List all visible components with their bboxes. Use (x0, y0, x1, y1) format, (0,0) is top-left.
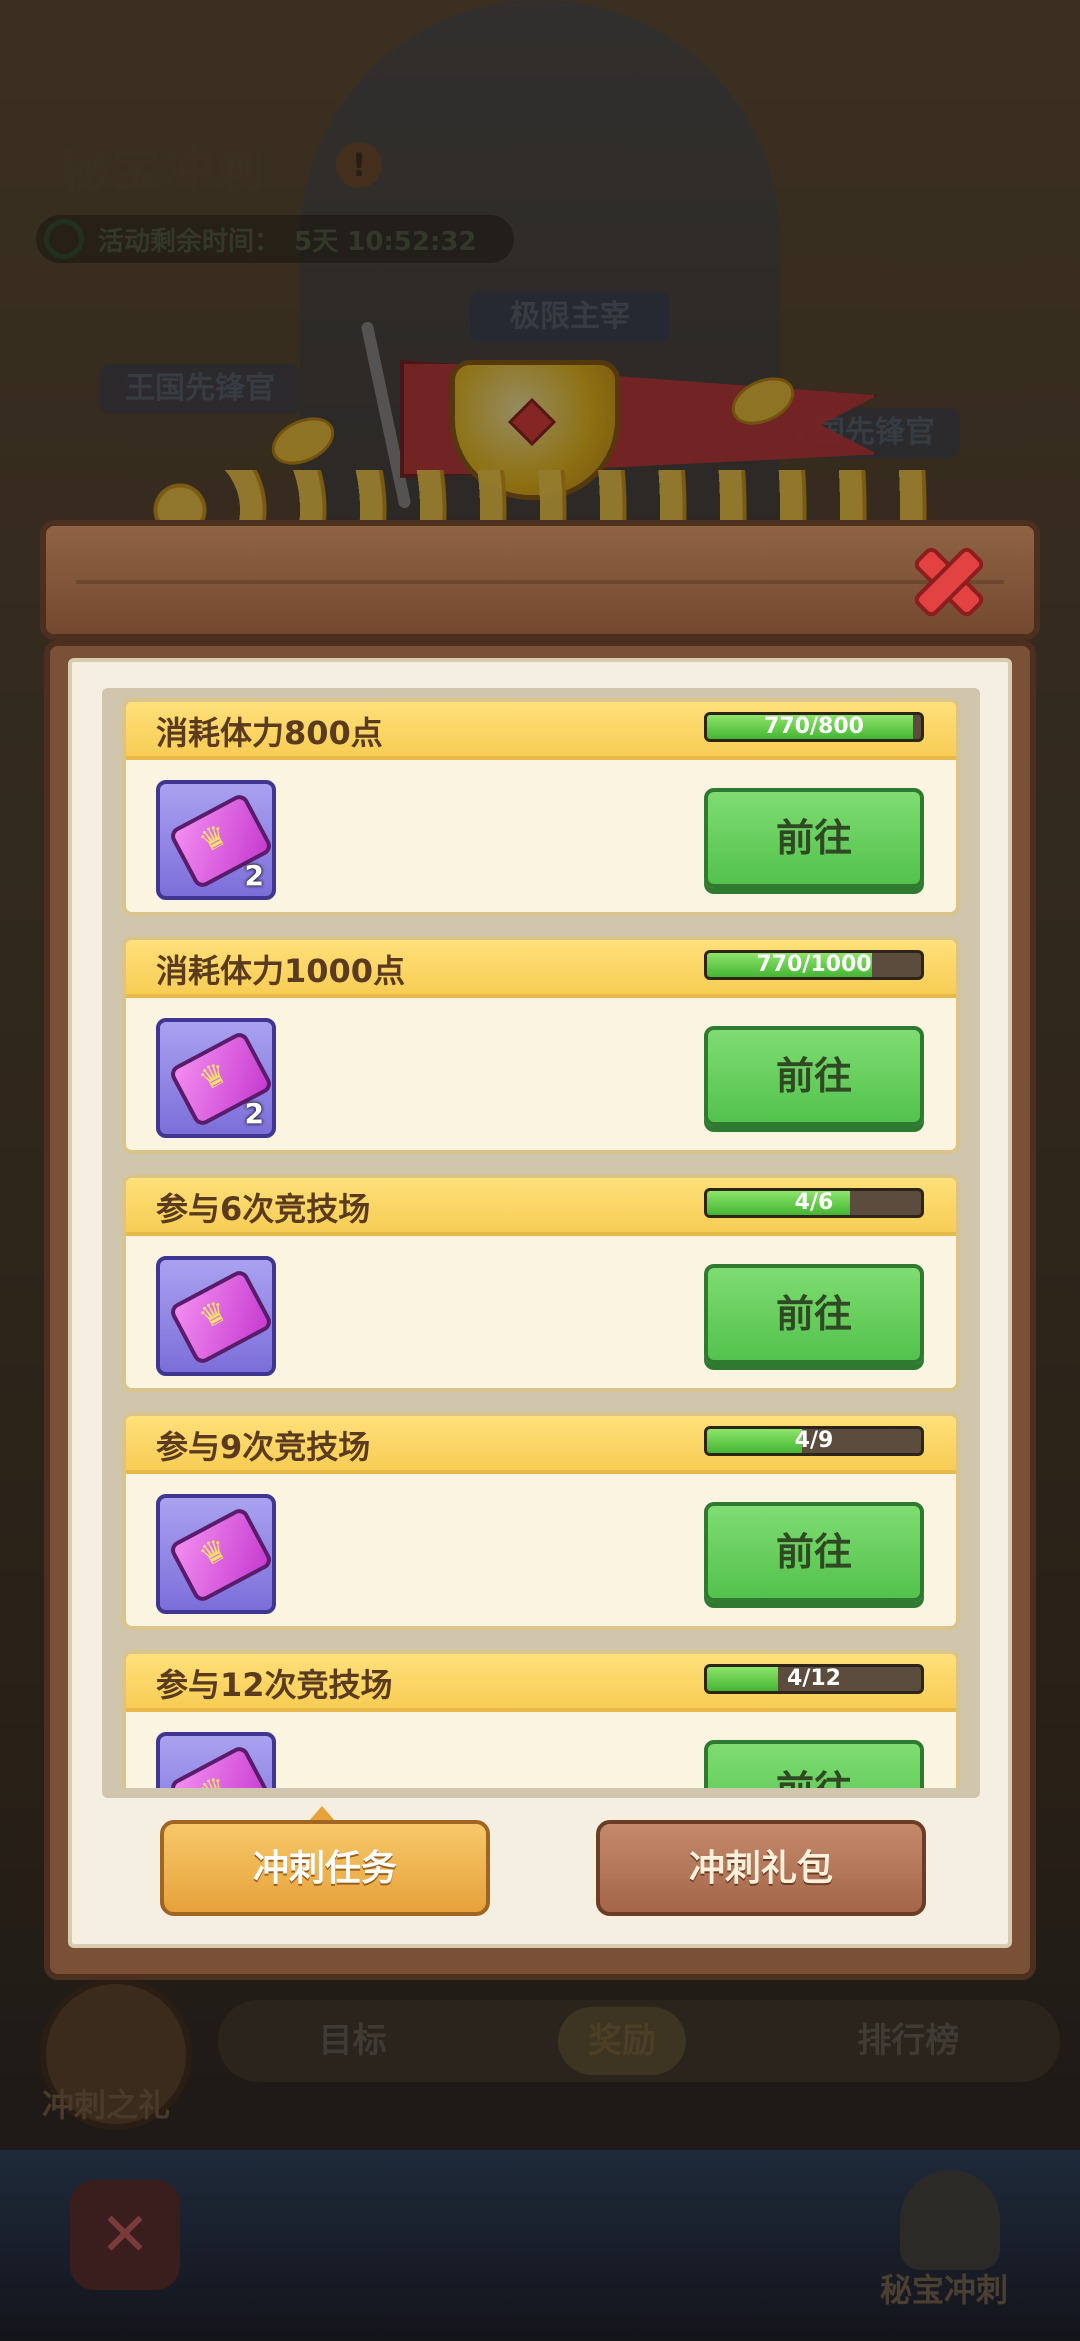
task-header: 参与9次竞技场 4/9 (126, 1416, 956, 1474)
progress-text: 770/1000 (756, 952, 872, 977)
task-title: 参与9次竞技场 (156, 1428, 371, 1466)
task-header: 消耗体力800点 770/800 (126, 702, 956, 760)
task-list-frame: 消耗体力800点 770/800 2 前往 消耗体力1000点 (102, 688, 980, 1798)
progress-text: 4/12 (787, 1666, 841, 1691)
plank-divider (76, 580, 1004, 584)
go-button[interactable]: 前往 (704, 788, 924, 888)
task-item: 消耗体力1000点 770/1000 2 前往 (122, 936, 960, 1154)
reward-count: 2 (244, 1097, 264, 1130)
go-button[interactable]: 前往 (704, 1740, 924, 1788)
reward-item[interactable]: 2 (156, 780, 276, 900)
ticket-icon (167, 1267, 275, 1367)
close-button[interactable] (900, 532, 990, 622)
progress-bar: 4/12 (704, 1664, 924, 1694)
segment-tabs: 目标 奖励 排行榜 (218, 2000, 1060, 2082)
reward-count: 2 (244, 859, 264, 892)
task-header: 参与6次竞技场 4/6 (126, 1178, 956, 1236)
task-item: 参与12次竞技场 4/12 前往 (122, 1650, 960, 1788)
ticket-icon (167, 1505, 275, 1605)
tab-goal[interactable]: 目标 (289, 2007, 417, 2075)
go-button[interactable]: 前往 (704, 1264, 924, 1364)
task-modal: 消耗体力800点 770/800 2 前往 消耗体力1000点 (40, 520, 1040, 1980)
progress-text: 4/9 (794, 1428, 834, 1453)
tab-leaderboard[interactable]: 排行榜 (827, 2007, 989, 2075)
battle-icon[interactable]: ✕ (70, 2180, 180, 2290)
task-list[interactable]: 消耗体力800点 770/800 2 前往 消耗体力1000点 (122, 688, 960, 1788)
task-item: 参与6次竞技场 4/6 前往 (122, 1174, 960, 1392)
task-item: 消耗体力800点 770/800 2 前往 (122, 698, 960, 916)
ticket-icon (167, 1743, 275, 1788)
progress-bar: 4/6 (704, 1188, 924, 1218)
progress-bar: 4/9 (704, 1426, 924, 1456)
treasure-icon[interactable] (900, 2170, 1000, 2270)
progress-text: 770/800 (764, 714, 864, 739)
task-title: 消耗体力800点 (156, 714, 383, 752)
task-title: 参与12次竞技场 (156, 1666, 393, 1704)
progress-text: 4/6 (794, 1190, 834, 1215)
treasure-label: 秘宝冲刺 (880, 2271, 1009, 2309)
sprint-gift-label: 冲刺之礼 (42, 2086, 171, 2124)
go-button[interactable]: 前往 (704, 1502, 924, 1602)
progress-bar: 770/800 (704, 712, 924, 742)
task-title: 参与6次竞技场 (156, 1190, 371, 1228)
tab-sprint-tasks[interactable]: 冲刺任务 (160, 1820, 490, 1916)
task-item: 参与9次竞技场 4/9 前往 (122, 1412, 960, 1630)
reward-item[interactable] (156, 1256, 276, 1376)
task-header: 消耗体力1000点 770/1000 (126, 940, 956, 998)
tab-sprint-gifts[interactable]: 冲刺礼包 (596, 1820, 926, 1916)
progress-bar: 770/1000 (704, 950, 924, 980)
task-title: 消耗体力1000点 (156, 952, 406, 990)
reward-item[interactable]: 2 (156, 1018, 276, 1138)
reward-item[interactable] (156, 1732, 276, 1788)
task-header: 参与12次竞技场 4/12 (126, 1654, 956, 1712)
modal-top-plank (40, 520, 1040, 640)
reward-item[interactable] (156, 1494, 276, 1614)
tab-reward[interactable]: 奖励 (557, 2007, 686, 2075)
go-button[interactable]: 前往 (704, 1026, 924, 1126)
